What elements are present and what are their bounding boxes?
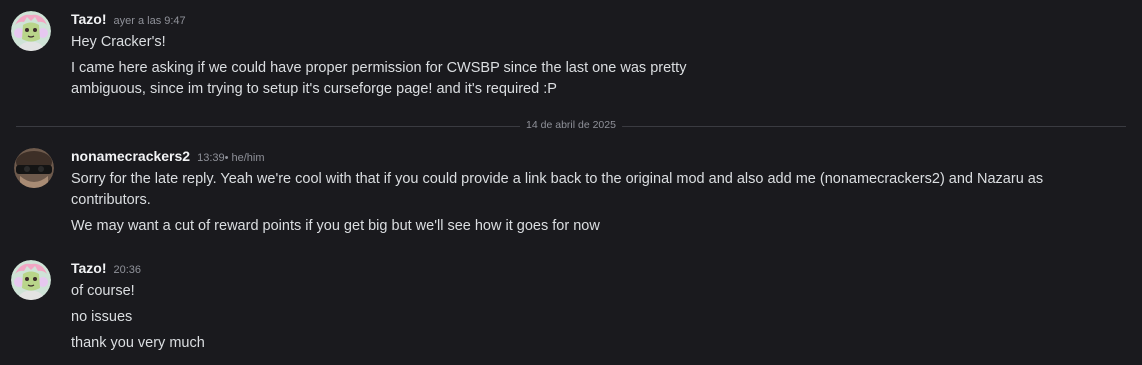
message-text: thank you very much — [71, 335, 205, 351]
username[interactable]: Tazo! — [71, 11, 107, 27]
message-text: ambiguous, since im trying to setup it's… — [71, 81, 557, 97]
avatar-tazo[interactable] — [11, 11, 51, 51]
chat-log: Tazo! ayer a las 9:47 Hey Cracker's! I c… — [0, 0, 1142, 365]
avatar-tazo[interactable] — [11, 260, 51, 300]
message-header: Tazo! 20:36 — [71, 260, 141, 280]
message-header: Tazo! ayer a las 9:47 — [71, 11, 186, 31]
message-text: We may want a cut of reward points if yo… — [71, 218, 600, 234]
timestamp[interactable]: 20:36 — [114, 264, 142, 276]
message-header: nonamecrackers2 13:39 • he/him — [71, 148, 265, 168]
avatar-nonamecrackers2[interactable] — [14, 148, 54, 188]
date-divider-label: 14 de abril de 2025 — [520, 119, 622, 131]
message-text: contributors. — [71, 192, 151, 208]
pronouns: • he/him — [224, 152, 265, 164]
timestamp[interactable]: ayer a las 9:47 — [114, 15, 186, 27]
message-text: Hey Cracker's! — [71, 34, 166, 50]
timestamp[interactable]: 13:39 — [197, 152, 225, 164]
username[interactable]: Tazo! — [71, 260, 107, 276]
message-text: of course! — [71, 283, 135, 299]
message-text: I came here asking if we could have prop… — [71, 60, 687, 76]
message-text: no issues — [71, 309, 133, 325]
message-text: Sorry for the late reply. Yeah we're coo… — [71, 171, 1044, 187]
username[interactable]: nonamecrackers2 — [71, 148, 190, 164]
